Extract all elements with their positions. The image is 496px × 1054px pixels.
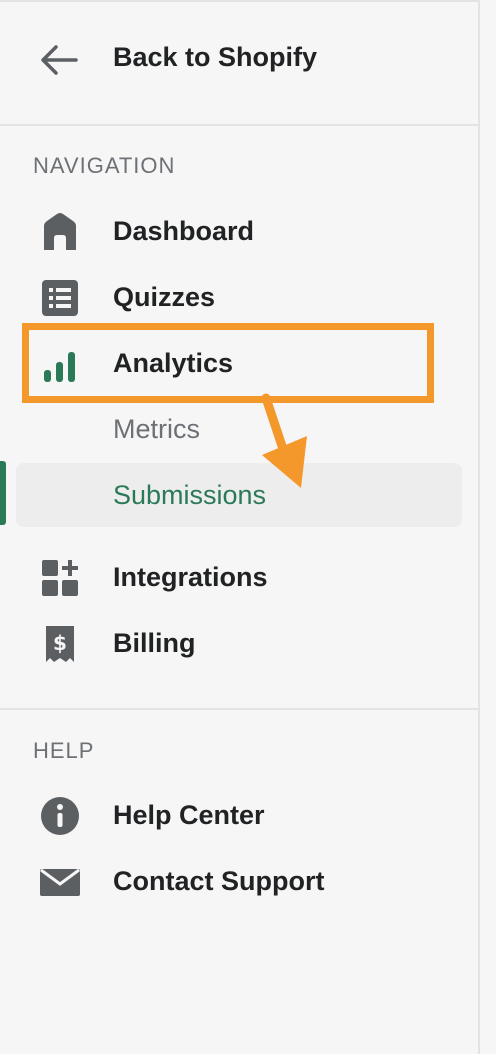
sidebar-item-label: Quizzes (113, 282, 216, 312)
svg-text:$: $ (53, 631, 67, 655)
arrow-left-icon (41, 45, 78, 75)
back-label: Back to Shopify (113, 42, 318, 72)
list-icon (42, 280, 78, 316)
sidebar-item-help-center[interactable]: Help Center (0, 788, 478, 844)
sidebar-item-label: Integrations (113, 562, 268, 592)
sidebar-item-integrations[interactable]: Integrations (0, 550, 478, 606)
navigation-section-title: NAVIGATION (33, 153, 176, 178)
active-indicator-bar (0, 461, 6, 525)
sidebar-item-label: Billing (113, 628, 196, 658)
sidebar-item-label: Dashboard (113, 216, 255, 246)
sidebar-item-contact-support[interactable]: Contact Support (0, 854, 478, 910)
mail-icon (40, 868, 80, 896)
section-divider (0, 708, 478, 710)
info-icon (41, 797, 79, 835)
sidebar-subitem-metrics[interactable]: Metrics (0, 402, 478, 458)
sidebar-item-label: Help Center (113, 800, 265, 830)
annotation-highlight-box (22, 323, 434, 403)
receipt-dollar-icon: $ (46, 626, 74, 662)
sidebar-item-billing[interactable]: $ Billing (0, 616, 478, 672)
apps-add-icon (42, 560, 78, 596)
home-icon (44, 213, 76, 250)
sidebar-subitem-label: Metrics (113, 414, 200, 444)
back-to-shopify-link[interactable]: Back to Shopify (0, 2, 478, 126)
help-section-title: HELP (33, 738, 95, 763)
sidebar-subitem-submissions[interactable]: Submissions (0, 468, 478, 524)
sidebar-item-dashboard[interactable]: Dashboard (0, 204, 478, 260)
sidebar-panel: Back to Shopify NAVIGATION Dashboard Qui… (0, 0, 480, 1054)
sidebar-subitem-label: Submissions (113, 480, 267, 510)
sidebar-item-quizzes[interactable]: Quizzes (0, 270, 478, 326)
sidebar-item-label: Contact Support (113, 866, 325, 896)
